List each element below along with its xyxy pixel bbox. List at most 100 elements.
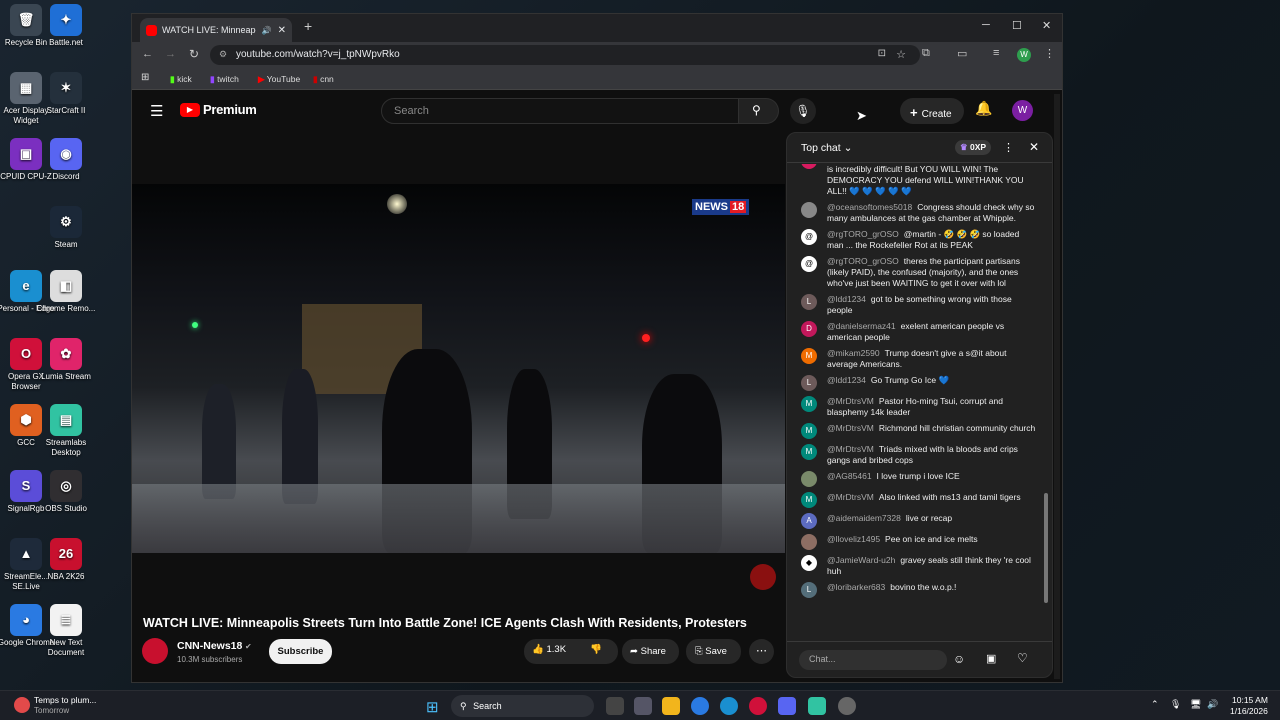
chat-avatar[interactable]: M	[801, 422, 817, 439]
more-actions-button[interactable]: ⋯	[749, 639, 774, 664]
desktop-icon-nba-2k26[interactable]: 26 NBA 2K26	[33, 538, 99, 582]
subscribe-button[interactable]: Subscribe	[269, 639, 332, 664]
desktop-icon-steam[interactable]: ⚙ Steam	[33, 206, 99, 250]
chat-username[interactable]: @mikam2590	[827, 348, 880, 358]
chat-message[interactable]: @ @rgTORO_grOSO @martin - 🤣 🤣 🤣 so loaded …	[787, 226, 1052, 253]
chat-username[interactable]: @aidemaidem7328	[827, 513, 901, 523]
file-explorer-icon[interactable]	[662, 697, 680, 715]
chat-message[interactable]: L @loribarker683 bovino the w.o.p.!	[787, 579, 1052, 600]
chat-message[interactable]: M @MrDtrsVM Also linked with ms13 and tami…	[787, 489, 1052, 510]
chat-avatar[interactable]: @	[801, 255, 817, 272]
chat-message[interactable]: A @aidemaidem7328 live or recap	[787, 510, 1052, 531]
weather-text[interactable]: Temps to plum...	[34, 695, 96, 705]
maximize-button[interactable]: ☐	[1012, 19, 1022, 32]
search-button[interactable]: ⚲	[739, 98, 779, 124]
chat-username[interactable]: @oceansoftomes5018	[827, 202, 912, 212]
taskbar-search[interactable]: ⚲ Search	[451, 695, 594, 717]
chat-mode-dropdown[interactable]: Top chat ⌄	[801, 142, 852, 154]
close-chat-icon[interactable]: ✕	[1029, 140, 1039, 154]
tab-youtube[interactable]: WATCH LIVE: Minneapolis S 🔊 ✕	[140, 18, 292, 42]
widgets-icon[interactable]	[634, 697, 652, 715]
chat-message[interactable]: @oceansoftomes5018 Congress should check …	[787, 199, 1052, 226]
chat-more-icon[interactable]: ⋮	[1003, 141, 1014, 154]
bookmark-kick[interactable]: ▮ kick	[170, 74, 192, 85]
chat-username[interactable]: @MrDtrsVM	[827, 492, 874, 502]
hamburger-menu-icon[interactable]: ☰	[150, 102, 163, 120]
chat-username[interactable]: @ldd1234	[827, 294, 866, 304]
edge-taskbar-icon[interactable]	[720, 697, 738, 715]
chat-username[interactable]: @AG85461	[827, 471, 872, 481]
url-bar[interactable]: ⚙ youtube.com/watch?v=j_tpNWpvRko ⊡ ☆	[210, 45, 920, 65]
chat-avatar[interactable]: M	[801, 443, 817, 460]
install-icon[interactable]: ⊡	[878, 48, 886, 59]
chat-username[interactable]: @JamieWard-u2h	[827, 555, 895, 565]
chat-message[interactable]: @AG85461 I love trump i love ICE	[787, 468, 1052, 489]
network-icon[interactable]: 🖥	[1190, 699, 1201, 710]
chat-message-list[interactable]: aggressive, defend yourselves peacefully…	[787, 164, 1052, 642]
extensions-icon[interactable]: ⧉	[922, 47, 930, 60]
weather-icon[interactable]	[14, 697, 30, 713]
channel-name[interactable]: CNN-News18	[177, 640, 242, 652]
chat-scrollbar[interactable]	[1044, 493, 1048, 603]
chat-message[interactable]: L @ldd1234 Go Trump Go Ice 💙	[787, 372, 1052, 393]
chat-avatar[interactable]	[801, 533, 817, 550]
start-button[interactable]: ⊞	[426, 698, 439, 716]
chat-message[interactable]: ◆ @JamieWard-u2h gravey seals still think …	[787, 552, 1052, 579]
discord-taskbar-icon[interactable]	[778, 697, 796, 715]
page-scrollbar[interactable]	[1054, 94, 1060, 679]
chat-username[interactable]: @loribarker683	[827, 582, 885, 592]
chat-message[interactable]: M @mikam2590 Trump doesn't give a s@it abo…	[787, 345, 1052, 372]
tray-chevron-icon[interactable]: ⌃	[1151, 699, 1159, 710]
desktop-icon-streamlabs-desktop[interactable]: ▤ Streamlabs Desktop	[33, 404, 99, 458]
streamlabs-taskbar-icon[interactable]	[808, 697, 826, 715]
chat-message[interactable]: M @MrDtrsVM Richmond hill christian commun…	[787, 420, 1052, 441]
chat-username[interactable]: @rgTORO_grOSO	[827, 256, 899, 266]
chat-avatar[interactable]: ◆	[801, 554, 817, 571]
mic-icon[interactable]: 🎙	[790, 98, 816, 124]
chat-avatar[interactable]: L	[801, 374, 817, 391]
chrome-taskbar-icon[interactable]	[691, 697, 709, 715]
minimize-button[interactable]: ─	[982, 19, 990, 31]
bookmark-cnn[interactable]: ▮ cnn	[313, 74, 334, 85]
channel-avatar[interactable]	[142, 638, 168, 664]
close-window-button[interactable]: ✕	[1042, 19, 1051, 32]
chat-message[interactable]: M @MrDtrsVM Pastor Ho-ming Tsui, corrupt a…	[787, 393, 1052, 420]
bookmark-star-icon[interactable]: ☆	[896, 48, 906, 61]
chat-message[interactable]: M @MrDtrsVM Triads mixed with la bloods an…	[787, 441, 1052, 468]
volume-icon[interactable]: 🔊	[1207, 699, 1218, 710]
desktop-icon-discord[interactable]: ◉ Discord	[33, 138, 99, 182]
desktop-icon-new-text-document[interactable]: ≣ New Text Document	[33, 604, 99, 658]
super-chat-icon[interactable]: ▣	[986, 652, 996, 665]
chat-username[interactable]: @MrDtrsVM	[827, 444, 874, 454]
chat-username[interactable]: @MrDtrsVM	[827, 396, 874, 406]
chat-avatar[interactable]: L	[801, 581, 817, 598]
apps-icon[interactable]: ⊞	[141, 72, 149, 83]
chat-username[interactable]: @danielsermaz41	[827, 321, 896, 331]
forward-icon[interactable]: →	[165, 48, 176, 60]
youtube-logo[interactable]: ▶ Premium	[180, 102, 257, 117]
chat-username[interactable]: @MrDtrsVM	[827, 423, 874, 433]
bookmark-twitch[interactable]: ▮ twitch	[210, 74, 239, 85]
reload-icon[interactable]: ↻	[189, 47, 199, 61]
chat-avatar[interactable]: M	[801, 395, 817, 412]
chat-avatar[interactable]	[801, 201, 817, 218]
like-button[interactable]: 👍 1.3K	[532, 644, 566, 655]
chat-message[interactable]: D @danielsermaz41 exelent american people …	[787, 318, 1052, 345]
mic-tray-icon[interactable]: 🎙	[1170, 699, 1181, 710]
chat-avatar[interactable]	[801, 470, 817, 487]
back-icon[interactable]: ←	[142, 48, 153, 60]
opera-taskbar-icon[interactable]	[749, 697, 767, 715]
share-button[interactable]: ➦ Share	[622, 639, 679, 664]
account-avatar[interactable]: W	[1012, 100, 1033, 121]
audio-icon[interactable]: 🔊	[262, 26, 272, 35]
chat-avatar[interactable]: @	[801, 228, 817, 245]
chat-input[interactable]: Chat...	[799, 650, 947, 670]
site-info-icon[interactable]: ⚙	[219, 49, 227, 60]
chat-avatar[interactable]: A	[801, 512, 817, 529]
reading-icon[interactable]: ≡	[993, 47, 999, 59]
desktop-icon-battle-net[interactable]: ✦ Battle.net	[33, 4, 99, 48]
task-view-icon[interactable]	[606, 697, 624, 715]
sidepanel-icon[interactable]: ▭	[957, 47, 967, 60]
clock-time[interactable]: 10:15 AM	[1232, 695, 1268, 705]
new-tab-button[interactable]: +	[304, 18, 312, 34]
